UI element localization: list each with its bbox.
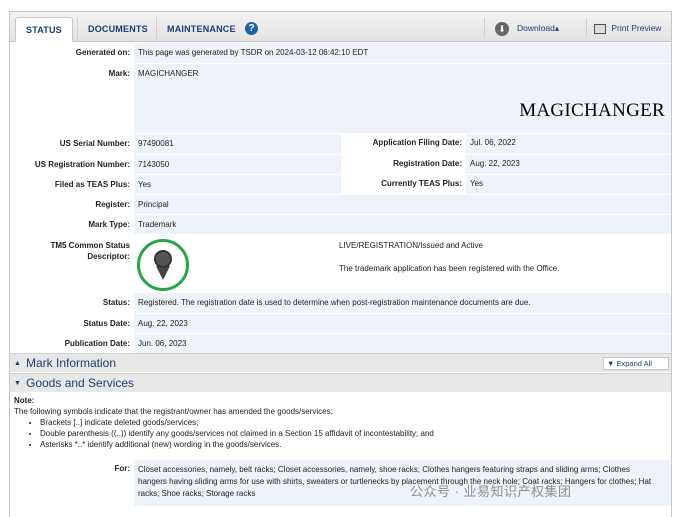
goods-description: Closet accessories, namely, belt racks; …	[138, 465, 652, 498]
row-goods-for: For: Closet accessories, namely, belt ra…	[10, 460, 671, 506]
mark-value: MAGICHANGER	[138, 69, 199, 78]
download-dropdown-icon: ▴	[554, 23, 560, 33]
tm5-description: The trademark application has been regis…	[339, 264, 560, 273]
amendment-note: Note: The following symbols indicate tha…	[14, 395, 434, 450]
list-item: Asterisks *..* identify additional (new)…	[40, 439, 434, 450]
serial-value: 97490081	[138, 139, 174, 148]
current-teas-value: Yes	[470, 179, 484, 188]
filing-date-label: Application Filing Date:	[372, 138, 462, 147]
register-value: Principal	[138, 200, 169, 209]
registration-number-label: US Registration Number:	[34, 160, 130, 169]
mark-image-text: MAGICHANGER	[519, 100, 665, 121]
download-arrow-icon: ⬇	[495, 21, 509, 36]
wechat-watermark: 公众号 · 业易知识产权集团	[410, 484, 572, 499]
row-publication-date: Publication Date: Jun. 06, 2023	[10, 334, 671, 354]
registration-number-value: 7143050	[138, 160, 170, 169]
serial-label: US Serial Number:	[59, 139, 130, 148]
download-label: Download	[517, 23, 555, 33]
list-item: Double parenthesis ((..)) identify any g…	[40, 428, 434, 439]
row-register: Register: Principal	[10, 195, 671, 215]
status-value: Registered. The registration date is use…	[138, 298, 531, 307]
mark-label: Mark:	[108, 69, 130, 78]
row-status: Status: Registered. The registration dat…	[10, 293, 671, 314]
row-mark-type: Mark Type: Trademark	[10, 215, 671, 235]
note-intro: The following symbols indicate that the …	[14, 407, 333, 416]
collapse-triangle-icon: ▲	[14, 360, 21, 367]
tm5-label: TM5 Common Status Descriptor:	[50, 241, 130, 261]
row-teas: Filed as TEAS Plus: Yes Currently TEAS P…	[10, 175, 671, 195]
generated-value: This page was generated by TSDR on 2024-…	[138, 48, 369, 57]
publication-date-value: Jun. 06, 2023	[138, 339, 187, 348]
help-icon[interactable]: ?	[245, 22, 258, 35]
row-mark: Mark: MAGICHANGER MAGICHANGER	[10, 64, 671, 134]
register-label: Register:	[95, 200, 130, 209]
print-preview-button[interactable]: Print Preview	[590, 18, 670, 38]
expand-all-button[interactable]: ▼ Expand All	[603, 357, 669, 370]
tab-status[interactable]: STATUS	[15, 17, 73, 42]
current-teas-label: Currently TEAS Plus:	[381, 179, 462, 188]
goods-and-services-title: Goods and Services	[26, 376, 135, 390]
section-mark-information[interactable]: ▲ Mark Information ▼ Expand All	[10, 353, 671, 372]
row-generated: Generated on: This page was generated by…	[10, 43, 671, 64]
mark-type-label: Mark Type:	[88, 220, 130, 229]
tab-maintenance[interactable]: MAINTENANCE	[156, 17, 246, 42]
registration-date-value: Aug. 22, 2023	[470, 159, 520, 168]
publication-date-label: Publication Date:	[64, 339, 130, 348]
tab-bar: STATUS DOCUMENTS MAINTENANCE ? ⬇ Download…	[10, 12, 671, 42]
teas-plus-value: Yes	[138, 180, 152, 189]
row-serial: US Serial Number: 97490081 Application F…	[10, 134, 671, 155]
download-button[interactable]: ⬇ Download▴	[484, 18, 587, 38]
teas-plus-label: Filed as TEAS Plus:	[54, 180, 130, 189]
tm5-status-text: LIVE/REGISTRATION/Issued and Active	[339, 241, 483, 250]
note-title: Note:	[14, 396, 35, 405]
filing-date-value: Jul. 06, 2022	[470, 138, 516, 147]
status-date-label: Status Date:	[83, 319, 130, 328]
registration-date-label: Registration Date:	[393, 159, 462, 168]
status-fields: Generated on: This page was generated by…	[10, 43, 671, 354]
status-label: Status:	[102, 298, 130, 307]
section-goods-and-services[interactable]: ▼ Goods and Services	[10, 373, 671, 392]
registered-ribbon-badge-icon	[137, 239, 189, 291]
tab-documents[interactable]: DOCUMENTS	[77, 17, 158, 42]
for-label: For:	[114, 464, 130, 473]
expand-triangle-icon: ▼	[14, 380, 21, 387]
row-tm5: TM5 Common Status Descriptor: LIVE/REGIS…	[10, 235, 671, 293]
note-list: Brackets [..] indicate deleted goods/ser…	[14, 417, 434, 450]
printer-icon	[594, 23, 606, 34]
print-preview-label: Print Preview	[611, 23, 662, 33]
mark-type-value: Trademark	[138, 220, 177, 229]
mark-information-title: Mark Information	[26, 356, 117, 370]
tsdr-panel: STATUS DOCUMENTS MAINTENANCE ? ⬇ Download…	[9, 11, 672, 517]
row-status-date: Status Date: Aug. 22, 2023	[10, 314, 671, 334]
list-item: Brackets [..] indicate deleted goods/ser…	[40, 417, 434, 428]
row-registration: US Registration Number: 7143050 Registra…	[10, 155, 671, 175]
generated-label: Generated on:	[75, 48, 130, 57]
status-date-value: Aug. 22, 2023	[138, 319, 188, 328]
